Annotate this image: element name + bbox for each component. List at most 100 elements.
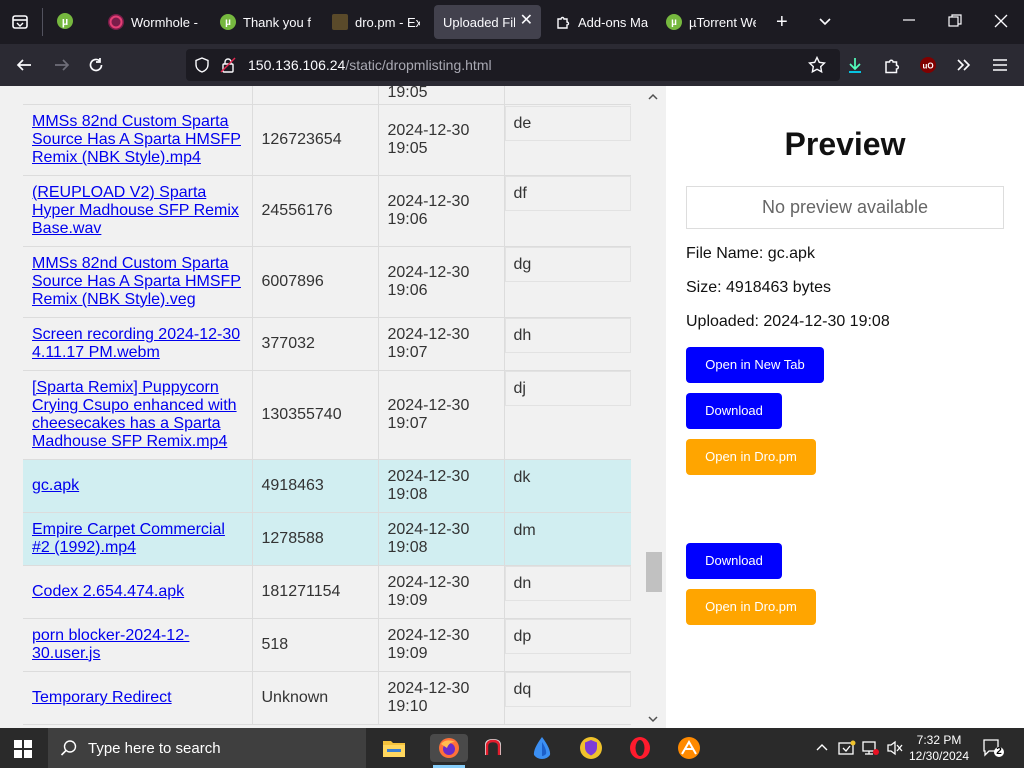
file-size: 4918463 [261, 476, 324, 494]
file-name-label: File Name: gc.apk [686, 245, 815, 262]
security-tray-icon[interactable] [838, 739, 856, 760]
file-link[interactable]: Screen recording 2024-12-30 4.11.17 PM.w… [32, 326, 240, 361]
file-link[interactable]: MMSs 82nd Custom Sparta Source Has A Spa… [32, 113, 241, 166]
file-size-cell: 24556176 [252, 175, 379, 247]
table-row[interactable]: porn blocker-2024-12-30.user.js 518 2024… [23, 618, 631, 672]
system-clock[interactable]: 7:32 PM 12/30/2024 [906, 732, 972, 764]
file-code: dp [504, 618, 631, 654]
close-window-icon[interactable] [994, 14, 1008, 33]
file-listing-panel: 19:05 MMSs 82nd Custom Sparta Source Has… [0, 86, 666, 728]
file-code: dq [504, 671, 631, 707]
windows-start-icon[interactable] [14, 740, 32, 758]
file-link[interactable]: Codex 2.654.474.apk [32, 583, 184, 600]
back-icon[interactable] [12, 53, 36, 77]
file-name-cell: Temporary Redirect [23, 671, 253, 725]
file-size: 6007896 [261, 272, 324, 290]
file-code-cell: dh [504, 317, 631, 371]
file-link[interactable]: gc.apk [32, 477, 79, 494]
open-dro-pm-button-secondary[interactable]: Open in Dro.pm [686, 589, 816, 625]
tab-dro-pm[interactable]: dro.pm - Ext [332, 5, 420, 39]
file-size: 130355740 [261, 405, 342, 423]
orange-app-icon[interactable] [675, 734, 703, 762]
reload-icon[interactable] [84, 53, 108, 77]
bookmark-star-icon[interactable] [807, 55, 827, 79]
scrollbar-thumb[interactable] [646, 552, 662, 592]
file-link[interactable]: Temporary Redirect [32, 689, 172, 706]
table-row[interactable]: [Sparta Remix] Puppycorn Crying Csupo en… [23, 370, 631, 460]
table-row[interactable]: MMSs 82nd Custom Sparta Source Has A Spa… [23, 246, 631, 318]
scrollbar-track[interactable] [642, 86, 666, 728]
utorrent-pinned-icon[interactable]: µ [57, 13, 73, 34]
svg-text:µ: µ [62, 16, 68, 28]
file-date-cell: 2024-12-30 19:06 [378, 175, 505, 247]
restore-icon[interactable] [948, 14, 962, 33]
file-size-cell: 6007896 [252, 246, 379, 318]
file-link[interactable]: Empire Carpet Commercial #2 (1992).mp4 [32, 521, 225, 556]
shield-app-icon[interactable] [577, 734, 605, 762]
insecure-lock-icon[interactable] [220, 57, 236, 78]
file-size-cell: 126723654 [252, 104, 379, 176]
file-size: 518 [261, 635, 289, 653]
puzzle-icon [555, 14, 571, 30]
table-row[interactable]: Screen recording 2024-12-30 4.11.17 PM.w… [23, 317, 631, 371]
taskbar-search-box[interactable]: Type here to search [48, 728, 366, 768]
tab-thank-you[interactable]: µ Thank you f [220, 5, 316, 39]
hamburger-menu-icon[interactable] [988, 53, 1012, 77]
table-row[interactable]: Codex 2.654.474.apk 181271154 2024-12-30… [23, 565, 631, 619]
stack-app-icon[interactable] [479, 734, 507, 762]
file-date-cell: 2024-12-30 19:07 [378, 317, 505, 371]
file-size: 377032 [261, 334, 315, 352]
chevron-up-icon[interactable] [815, 740, 829, 757]
search-placeholder: Type here to search [88, 740, 221, 757]
address-bar[interactable]: 150.136.106.24/static/dropmlisting.html [186, 49, 840, 81]
overflow-menu-icon[interactable] [952, 53, 976, 77]
file-size-cell: Unknown [252, 671, 379, 725]
file-explorer-icon[interactable] [380, 734, 408, 762]
volume-muted-icon[interactable] [886, 739, 904, 760]
tab-uploaded-files[interactable]: Uploaded File ✕ [434, 5, 541, 39]
open-dro-pm-button[interactable]: Open in Dro.pm [686, 439, 816, 475]
file-date: 2024-12-30 19:06 [387, 192, 470, 228]
table-row[interactable]: MMSs 82nd Custom Sparta Source Has A Spa… [23, 104, 631, 176]
scroll-down-arrow-icon[interactable] [648, 714, 658, 726]
ublock-origin-icon[interactable]: uO [916, 53, 940, 77]
table-row-hover[interactable]: Empire Carpet Commercial #2 (1992).mp4 1… [23, 512, 631, 566]
tab-list-icon[interactable] [11, 13, 29, 36]
file-name-cell: MMSs 82nd Custom Sparta Source Has A Spa… [23, 104, 253, 176]
file-code-cell: dk [504, 459, 631, 513]
file-link[interactable]: (REUPLOAD V2) Sparta Hyper Madhouse SFP … [32, 184, 239, 237]
file-size: Unknown [261, 688, 329, 706]
download-button-secondary[interactable]: Download [686, 543, 782, 579]
tab-title: Wormhole - [131, 14, 198, 30]
file-link[interactable]: porn blocker-2024-12-30.user.js [32, 627, 189, 662]
download-button[interactable]: Download [686, 393, 782, 429]
file-size-cell: 4918463 [252, 459, 379, 513]
blue-app-icon[interactable] [528, 734, 556, 762]
file-size-cell: 1278588 [252, 512, 379, 566]
new-tab-icon[interactable]: + [776, 11, 788, 34]
file-date-cell: 19:05 [378, 86, 505, 105]
tab-utorrent-web[interactable]: µ µTorrent We [666, 5, 756, 39]
file-date: 2024-12-30 19:05 [387, 121, 470, 157]
close-tab-icon[interactable]: ✕ [520, 13, 533, 29]
open-new-tab-button[interactable]: Open in New Tab [686, 347, 824, 383]
scroll-up-arrow-icon[interactable] [648, 92, 658, 104]
firefox-icon[interactable] [430, 734, 468, 762]
table-row-selected[interactable]: gc.apk 4918463 2024-12-30 19:08 dk [23, 459, 631, 513]
minimize-icon[interactable] [902, 12, 916, 31]
table-row[interactable]: Temporary Redirect Unknown 2024-12-30 19… [23, 671, 631, 725]
downloads-icon[interactable] [843, 53, 867, 77]
forward-icon[interactable] [50, 53, 74, 77]
file-link[interactable]: [Sparta Remix] Puppycorn Crying Csupo en… [32, 379, 237, 450]
url-host: 150.136.106.24 [248, 57, 346, 73]
opera-icon[interactable] [626, 734, 654, 762]
extensions-icon[interactable] [880, 53, 904, 77]
table-row[interactable]: (REUPLOAD V2) Sparta Hyper Madhouse SFP … [23, 175, 631, 247]
file-link[interactable]: MMSs 82nd Custom Sparta Source Has A Spa… [32, 255, 241, 308]
file-size-cell: 377032 [252, 317, 379, 371]
shield-icon[interactable] [194, 57, 210, 78]
network-icon[interactable] [862, 739, 880, 760]
tab-wormhole[interactable]: Wormhole - [108, 5, 204, 39]
tab-add-ons[interactable]: Add-ons Ma [555, 5, 651, 39]
chevron-down-icon[interactable] [817, 13, 833, 34]
